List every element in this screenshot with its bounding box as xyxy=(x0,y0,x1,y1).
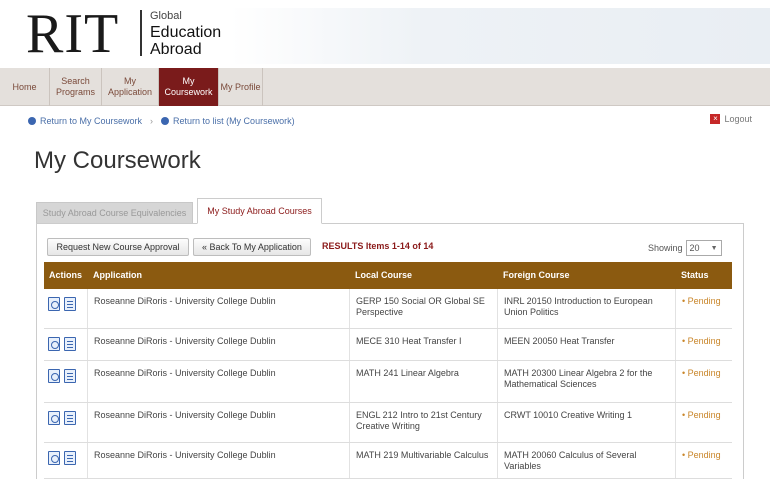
edit-icon[interactable] xyxy=(64,369,76,383)
logout-icon: × xyxy=(710,114,721,124)
header-banner xyxy=(230,8,770,64)
return-coursework-link[interactable]: Return to My Coursework xyxy=(40,116,142,126)
local-course-cell: GERP 150 Social OR Global SE Perspective xyxy=(350,289,498,328)
view-icon[interactable] xyxy=(48,369,60,383)
view-icon[interactable] xyxy=(48,297,60,311)
nav-my-application[interactable]: My Application xyxy=(102,68,159,106)
col-foreign-course[interactable]: Foreign Course xyxy=(498,262,676,289)
col-status[interactable]: Status xyxy=(676,262,732,289)
view-icon[interactable] xyxy=(48,411,60,425)
back-to-application-button[interactable]: « Back To My Application xyxy=(193,238,311,256)
local-course-cell: MATH 241 Linear Algebra xyxy=(350,361,498,402)
edit-icon[interactable] xyxy=(64,451,76,465)
logo-global: Global xyxy=(150,10,182,22)
nav-my-coursework[interactable]: My Coursework xyxy=(159,68,219,106)
application-cell: Roseanne DiRoris - University College Du… xyxy=(88,329,350,360)
col-application[interactable]: Application xyxy=(88,262,350,289)
application-cell: Roseanne DiRoris - University College Du… xyxy=(88,443,350,478)
foreign-course-cell: CRWT 10010 Creative Writing 1 xyxy=(498,403,676,442)
table-row: Roseanne DiRoris - University College Du… xyxy=(44,289,732,329)
row-actions xyxy=(44,403,88,442)
foreign-course-cell: INRL 20150 Introduction to European Unio… xyxy=(498,289,676,328)
nav-my-profile[interactable]: My Profile xyxy=(219,68,263,106)
row-actions xyxy=(44,361,88,402)
local-course-cell: MECE 310 Heat Transfer I xyxy=(350,329,498,360)
edit-icon[interactable] xyxy=(64,411,76,425)
rit-logo[interactable]: RIT xyxy=(26,4,119,64)
row-actions xyxy=(44,329,88,360)
status-badge: • Pending xyxy=(682,336,721,346)
view-icon[interactable] xyxy=(48,337,60,351)
page-title: My Coursework xyxy=(34,147,201,174)
nav-search-programs[interactable]: Search Programs xyxy=(50,68,102,106)
row-actions xyxy=(44,443,88,478)
view-icon[interactable] xyxy=(48,451,60,465)
tab-course-equivalencies[interactable]: Study Abroad Course Equivalencies xyxy=(36,202,193,224)
application-cell: Roseanne DiRoris - University College Du… xyxy=(88,403,350,442)
logout-label: Logout xyxy=(724,114,752,124)
edit-icon[interactable] xyxy=(64,337,76,351)
arrow-circle-icon xyxy=(161,117,170,125)
tab-my-study-abroad-courses[interactable]: My Study Abroad Courses xyxy=(197,198,322,224)
row-actions xyxy=(44,289,88,328)
logo-abroad: Abroad xyxy=(150,41,202,58)
table-row: Roseanne DiRoris - University College Du… xyxy=(44,403,732,443)
edit-icon[interactable] xyxy=(64,297,76,311)
foreign-course-cell: MEEN 20050 Heat Transfer xyxy=(498,329,676,360)
table-header: Actions Application Local Course Foreign… xyxy=(44,262,732,289)
nav-home[interactable]: Home xyxy=(0,68,50,106)
return-list-link[interactable]: Return to list (My Coursework) xyxy=(173,116,295,126)
local-course-cell: MATH 219 Multivariable Calculus xyxy=(350,443,498,478)
main-nav: Home Search Programs My Application My C… xyxy=(0,68,770,106)
arrow-circle-icon xyxy=(28,117,36,125)
logout-link[interactable]: × Logout xyxy=(710,114,752,124)
showing-control: Showing 20 ▼ xyxy=(648,240,722,256)
col-local-course[interactable]: Local Course xyxy=(350,262,498,289)
col-actions: Actions xyxy=(49,270,83,280)
showing-label: Showing xyxy=(648,243,683,253)
foreign-course-cell: MATH 20300 Linear Algebra 2 for the Math… xyxy=(498,361,676,402)
logo-education: Education xyxy=(150,24,222,41)
status-badge: • Pending xyxy=(682,450,721,460)
breadcrumb-separator: › xyxy=(150,116,154,126)
table-row: Roseanne DiRoris - University College Du… xyxy=(44,329,732,361)
table-row: Roseanne DiRoris - University College Du… xyxy=(44,361,732,403)
page-size-select[interactable]: 20 ▼ xyxy=(685,240,722,256)
logo-divider xyxy=(140,10,142,56)
foreign-course-cell: MATH 20060 Calculus of Several Variables xyxy=(498,443,676,478)
site-header: RIT Global Education Abroad xyxy=(0,0,770,68)
page-size-value: 20 xyxy=(689,243,700,253)
status-badge: • Pending xyxy=(682,368,721,378)
application-cell: Roseanne DiRoris - University College Du… xyxy=(88,361,350,402)
table-row: Roseanne DiRoris - University College Du… xyxy=(44,443,732,479)
application-cell: Roseanne DiRoris - University College Du… xyxy=(88,289,350,328)
breadcrumb: Return to My Coursework › Return to list… xyxy=(28,114,295,128)
chevron-down-icon: ▼ xyxy=(710,244,718,252)
logo-subtitle: Global Education Abroad xyxy=(150,8,221,58)
request-course-approval-button[interactable]: Request New Course Approval xyxy=(47,238,189,256)
results-count: RESULTS Items 1-14 of 14 xyxy=(322,241,434,251)
status-badge: • Pending xyxy=(682,410,721,420)
local-course-cell: ENGL 212 Intro to 21st Century Creative … xyxy=(350,403,498,442)
status-badge: • Pending xyxy=(682,296,721,306)
